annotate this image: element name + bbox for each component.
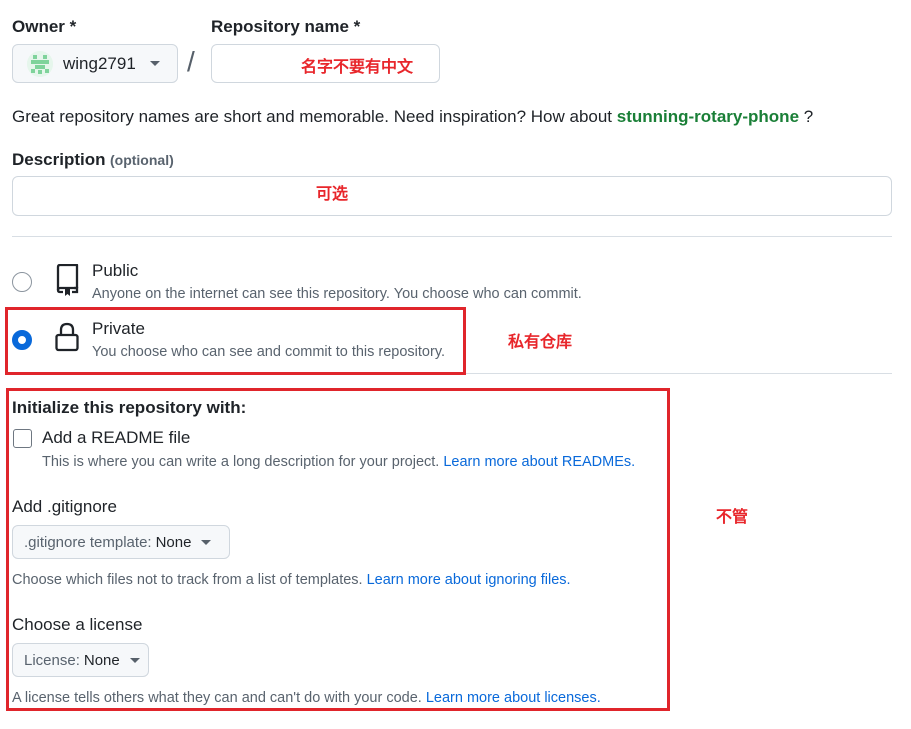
private-subtitle: You choose who can see and commit to thi… xyxy=(92,344,446,360)
owner-select[interactable]: wing2791 xyxy=(12,44,178,83)
gitignore-template-select[interactable]: .gitignore template: None xyxy=(12,525,230,559)
owner-label: Owner * xyxy=(12,17,77,36)
license-select-label: License: xyxy=(24,651,80,669)
license-learn-more-link[interactable]: Learn more about licenses. xyxy=(426,690,601,706)
initialize-annotation: 不管 xyxy=(716,509,749,526)
gitignore-select-label: .gitignore template: xyxy=(24,533,152,551)
private-annotation: 私有仓库 xyxy=(508,334,573,351)
naming-hint: Great repository names are short and mem… xyxy=(12,107,813,127)
gitignore-learn-more-link[interactable]: Learn more about ignoring files. xyxy=(367,572,571,588)
license-select-value: None xyxy=(83,651,120,669)
license-help: A license tells others what they can and… xyxy=(12,690,601,706)
initialize-heading: Initialize this repository with: xyxy=(12,398,247,417)
naming-hint-suffix: ? xyxy=(803,107,814,126)
license-help-text: A license tells others what they can and… xyxy=(12,690,422,706)
suggested-name-link[interactable]: stunning-rotary-phone xyxy=(617,107,799,126)
identicon-avatar xyxy=(27,50,53,77)
license-heading: Choose a license xyxy=(12,615,143,634)
public-title: Public xyxy=(92,261,139,280)
gitignore-help-text: Choose which files not to track from a l… xyxy=(12,572,363,588)
owner-repo-separator: / xyxy=(187,46,195,77)
public-subtitle: Anyone on the internet can see this repo… xyxy=(92,286,582,302)
readme-checkbox[interactable] xyxy=(13,429,32,448)
repo-icon xyxy=(54,263,80,301)
readme-help: This is where you can write a long descr… xyxy=(42,454,635,470)
naming-hint-text: Great repository names are short and mem… xyxy=(12,107,613,126)
owner-name: wing2791 xyxy=(63,53,136,73)
private-title: Private xyxy=(92,319,145,338)
description-optional: (optional) xyxy=(109,152,174,168)
triangle-down-icon xyxy=(201,539,212,545)
divider-bottom xyxy=(466,373,892,374)
triangle-down-icon xyxy=(149,61,160,66)
description-input[interactable] xyxy=(12,176,892,216)
readme-help-text: This is where you can write a long descr… xyxy=(42,454,440,470)
repository-name-annotation: 名字不要有中文 xyxy=(301,59,414,76)
public-radio[interactable] xyxy=(12,272,32,292)
repository-name-label: Repository name * xyxy=(211,17,361,36)
gitignore-select-value: None xyxy=(155,533,192,551)
triangle-down-icon xyxy=(129,657,140,663)
gitignore-help: Choose which files not to track from a l… xyxy=(12,572,571,588)
gitignore-heading: Add .gitignore xyxy=(12,497,117,516)
description-annotation: 可选 xyxy=(316,186,349,203)
readme-learn-more-link[interactable]: Learn more about READMEs. xyxy=(443,454,635,470)
lock-icon xyxy=(54,322,80,357)
divider-top xyxy=(12,236,892,237)
private-radio[interactable] xyxy=(12,330,32,350)
description-label: Description (optional) xyxy=(12,150,174,170)
description-label-text: Description xyxy=(12,150,106,169)
license-select[interactable]: License: None xyxy=(12,643,149,677)
readme-label[interactable]: Add a README file xyxy=(42,428,190,448)
